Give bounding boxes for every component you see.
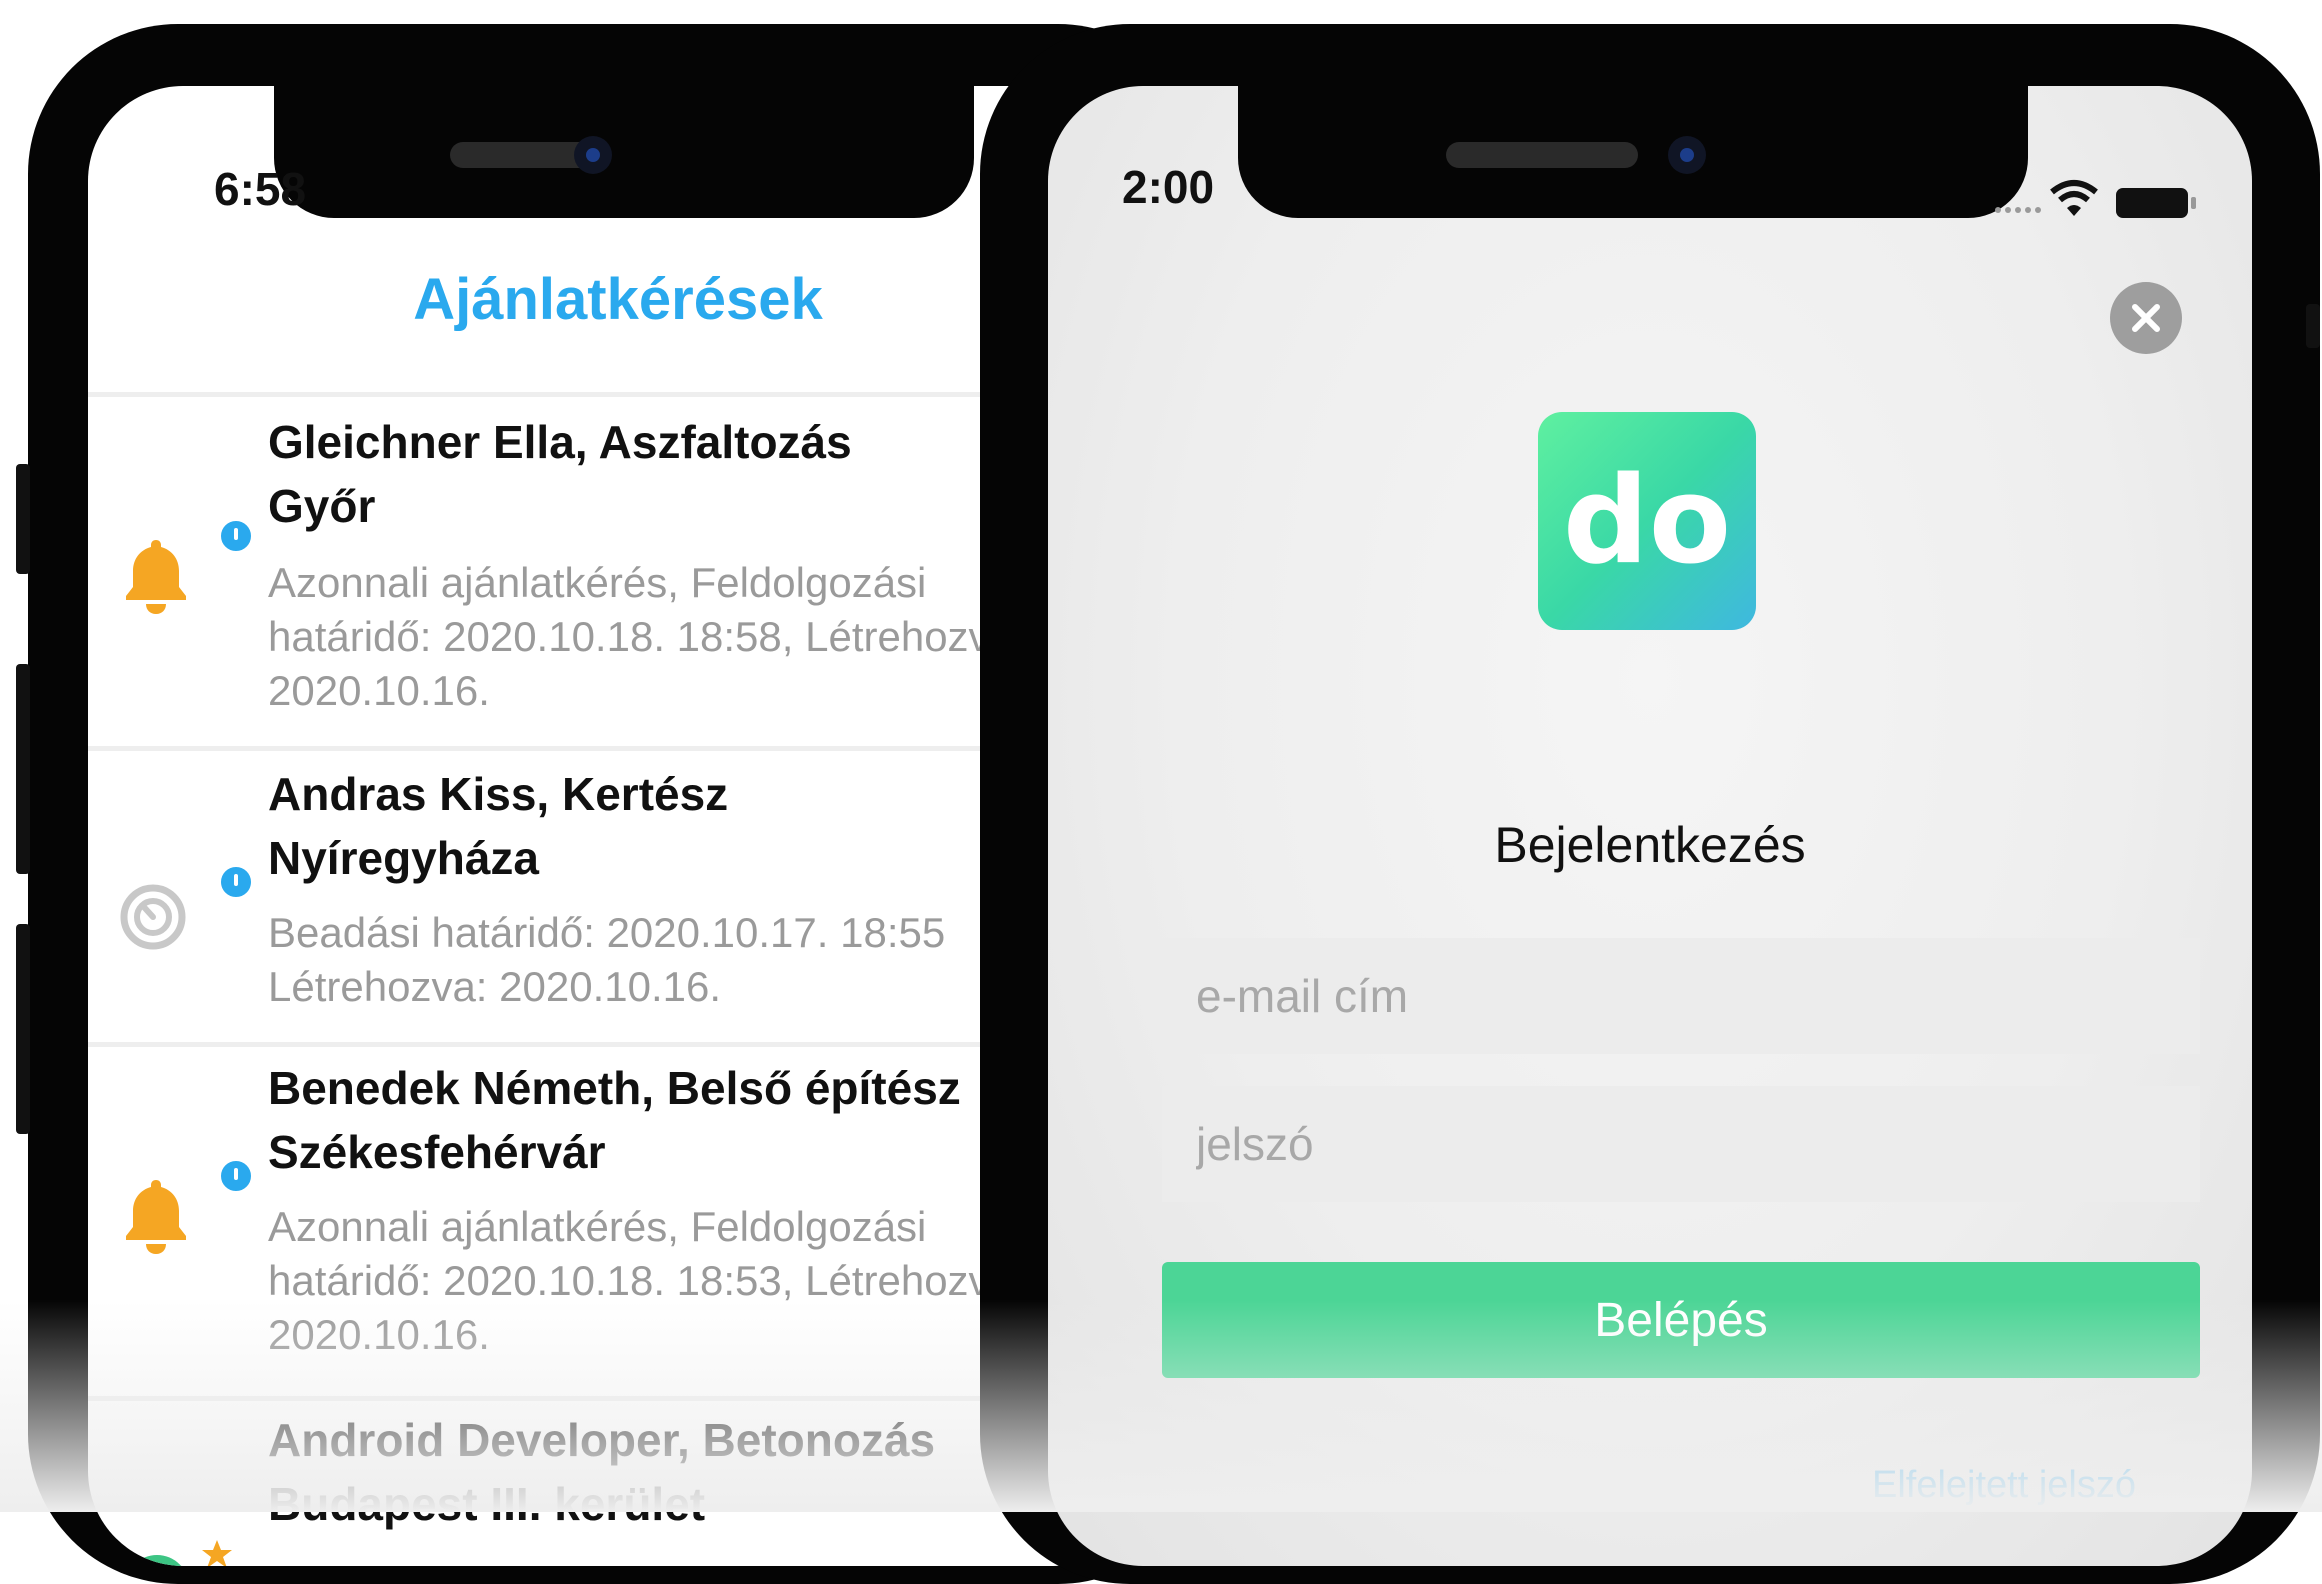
item-description: határidő: 2020.10.18. 18:53, Létrehozva: xyxy=(268,1257,1025,1304)
check-circle-icon xyxy=(122,1552,192,1566)
item-description: 2020.10.16. xyxy=(268,667,490,714)
item-description: Létrehozva: 2020.10.16. xyxy=(268,963,722,1010)
status-bar-icons xyxy=(1994,178,2204,233)
info-badge-icon xyxy=(218,1158,254,1194)
password-input[interactable] xyxy=(1162,1086,2200,1202)
item-description: Beadási határidő: 2020.10.17. 18:55 xyxy=(268,909,946,956)
info-badge-icon xyxy=(218,518,254,554)
battery-icon xyxy=(2116,188,2196,218)
item-description: határidő: 2020.10.18. 18:58, Létrehozva: xyxy=(268,613,1025,660)
login-screen: 2:00 do Bejelentkezés e-mail cím Belépés… xyxy=(1048,86,2252,1566)
bell-icon xyxy=(122,1176,190,1261)
item-location: Budapest III. kerület xyxy=(268,1478,706,1530)
phone-frame-login: 2:00 do Bejelentkezés e-mail cím Belépés… xyxy=(980,24,2320,1584)
item-description: Azonnali ajánlatkérés, Feldolgozási xyxy=(268,1203,927,1250)
bell-icon xyxy=(122,536,190,621)
mute-switch xyxy=(16,464,30,574)
close-button[interactable] xyxy=(2110,282,2182,354)
item-location: Nyíregyháza xyxy=(268,832,540,884)
app-logo: do xyxy=(1538,412,1756,630)
login-button[interactable]: Belépés xyxy=(1162,1262,2200,1378)
status-time: 6:58 xyxy=(214,163,307,215)
item-title: Benedek Németh, Belső építész xyxy=(268,1062,961,1114)
front-camera xyxy=(1668,136,1706,174)
logo-text: do xyxy=(1563,452,1731,591)
item-description: Azonnali ajánlatkérés, Feldolgozási xyxy=(268,559,927,606)
item-title: Android Developer, Betonozás xyxy=(268,1414,936,1466)
speaker xyxy=(1446,142,1638,168)
login-title: Bejelentkezés xyxy=(1494,817,1806,873)
volume-down-button xyxy=(16,924,30,1134)
info-badge-icon xyxy=(218,864,254,900)
forgot-password-link[interactable]: Elfelejtett jelszó xyxy=(1872,1464,2136,1507)
power-button xyxy=(2306,304,2320,348)
notch xyxy=(274,86,974,218)
cellular-signal-icon xyxy=(1995,207,2041,213)
front-camera xyxy=(574,136,612,174)
close-icon xyxy=(2110,282,2182,354)
item-location: Székesfehérvár xyxy=(268,1126,606,1178)
item-description: 2020.10.16. xyxy=(268,1311,490,1358)
item-title: Gleichner Ella, Aszfaltozás xyxy=(268,416,852,468)
star-icon xyxy=(200,1538,234,1566)
item-title: Andras Kiss, Kertész xyxy=(268,768,729,820)
item-location: Győr xyxy=(268,480,376,532)
email-input[interactable] xyxy=(1162,938,2200,1054)
status-time: 2:00 xyxy=(1122,161,1215,213)
wifi-icon xyxy=(2050,180,2098,216)
clock-icon xyxy=(118,882,188,957)
volume-up-button xyxy=(16,664,30,874)
